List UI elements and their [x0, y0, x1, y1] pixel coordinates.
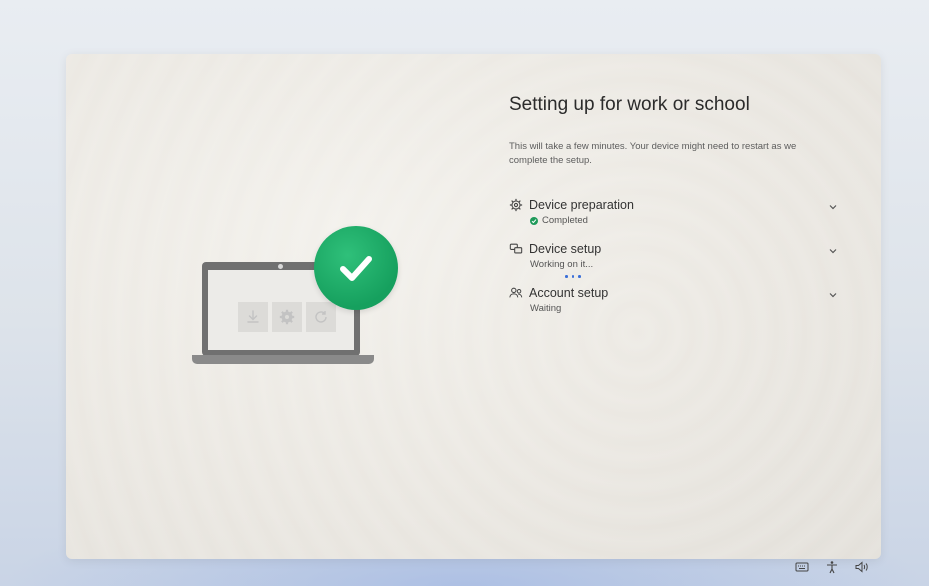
people-icon	[509, 286, 523, 300]
step-title: Account setup	[529, 286, 609, 300]
step-device-preparation[interactable]: Device preparation Completed	[509, 198, 839, 242]
progress-indicator	[565, 275, 581, 278]
restart-icon	[306, 302, 336, 332]
setup-illustration	[192, 226, 402, 371]
gear-icon	[509, 198, 523, 212]
step-status: Completed	[542, 215, 588, 226]
step-account-setup[interactable]: Account setup Waiting	[509, 286, 839, 330]
volume-icon[interactable]	[855, 560, 869, 574]
keyboard-icon[interactable]	[795, 560, 809, 574]
setup-steps: Device preparation Completed Device setu…	[509, 198, 839, 330]
gear-icon	[272, 302, 302, 332]
system-tray	[795, 560, 869, 574]
laptop-camera	[278, 264, 283, 269]
laptop-base	[192, 355, 374, 364]
setup-panel: Setting up for work or school This will …	[66, 54, 881, 559]
page-title: Setting up for work or school	[509, 94, 750, 115]
chevron-down-icon[interactable]	[827, 244, 839, 256]
setup-description: This will take a few minutes. Your devic…	[509, 141, 797, 166]
chevron-down-icon[interactable]	[827, 288, 839, 300]
step-device-setup[interactable]: Device setup Working on it...	[509, 242, 839, 286]
step-status: Waiting	[530, 303, 562, 314]
completed-check-icon	[530, 216, 538, 225]
checkmark-icon	[314, 226, 398, 310]
chevron-down-icon[interactable]	[827, 200, 839, 212]
step-title: Device preparation	[529, 198, 634, 212]
accessibility-icon[interactable]	[825, 560, 839, 574]
setup-content: Setting up for work or school This will …	[509, 94, 839, 330]
step-title: Device setup	[529, 242, 602, 256]
step-status: Working on it...	[530, 259, 594, 270]
device-setup-icon	[509, 242, 523, 256]
download-icon	[238, 302, 268, 332]
